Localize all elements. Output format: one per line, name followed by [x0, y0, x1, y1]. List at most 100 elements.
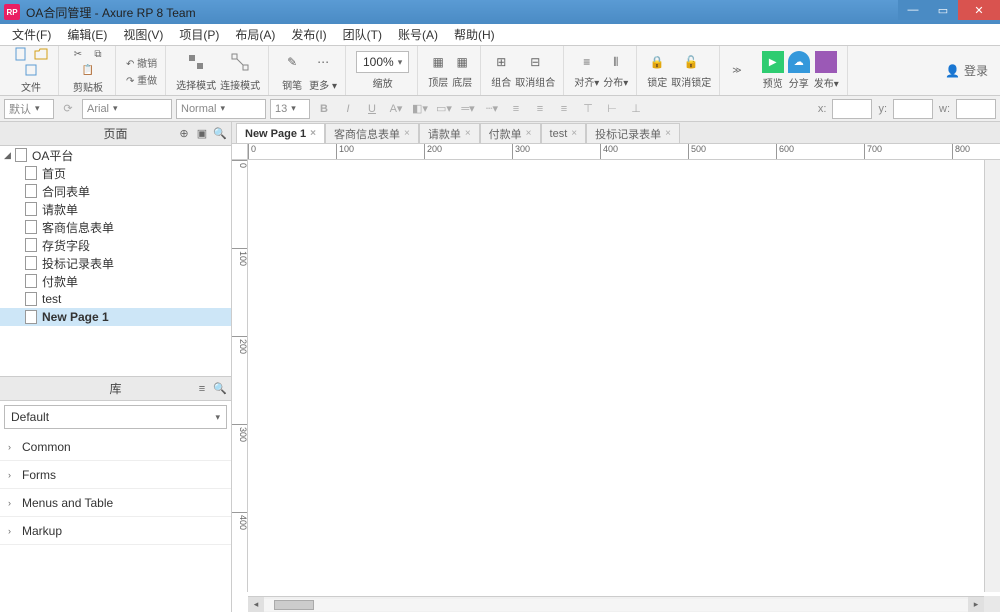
search-lib-icon[interactable]: 🔍 [213, 382, 227, 396]
tab[interactable]: 请款单× [419, 123, 480, 143]
tree-item[interactable]: 付款单 [0, 272, 231, 290]
lock-button[interactable]: 🔒锁定 [647, 52, 667, 89]
horizontal-scrollbar[interactable]: ◂ ▸ [248, 596, 984, 612]
publish-button[interactable]: 发布▾ [814, 51, 839, 90]
undo-button[interactable]: ↶ 撤销 [126, 55, 157, 70]
font-family-select[interactable]: Normal▾ [176, 99, 266, 119]
y-input[interactable] [893, 99, 933, 119]
toolbar-overflow-button[interactable]: ≫ [730, 65, 743, 76]
tree-item[interactable]: 客商信息表单 [0, 218, 231, 236]
menu-account[interactable]: 账号(A) [390, 26, 446, 43]
cut-icon[interactable]: ✂ [69, 47, 87, 61]
menu-team[interactable]: 团队(T) [335, 26, 390, 43]
align-button[interactable]: ≡对齐▾ [574, 52, 599, 89]
new-file-icon[interactable] [12, 47, 30, 61]
tree-item[interactable]: 合同表单 [0, 182, 231, 200]
add-folder-icon[interactable]: ▣ [195, 127, 209, 141]
distribute-button[interactable]: ⫴分布▾ [603, 52, 628, 89]
tab-close-icon[interactable]: × [526, 128, 532, 139]
search-pages-icon[interactable]: 🔍 [213, 127, 227, 141]
zoom-select[interactable]: 100% ▾ [356, 51, 409, 73]
tab[interactable]: test× [541, 123, 587, 143]
tab[interactable]: 投标记录表单× [586, 123, 680, 143]
tree-root[interactable]: ◢ OA平台 [0, 146, 231, 164]
w-input[interactable] [956, 99, 996, 119]
redo-button[interactable]: ↷ 重做 [126, 72, 157, 87]
select-mode-button[interactable]: 选择模式 [176, 49, 216, 92]
border-color-button[interactable]: ▭▾ [434, 99, 454, 119]
valign-bottom-button[interactable]: ⊥ [626, 99, 646, 119]
tree-item[interactable]: 投标记录表单 [0, 254, 231, 272]
save-icon[interactable] [22, 63, 40, 77]
border-width-button[interactable]: ═▾ [458, 99, 478, 119]
lib-menu-icon[interactable]: ≡ [195, 382, 209, 396]
font-select[interactable]: Arial▾ [82, 99, 172, 119]
tab[interactable]: 付款单× [480, 123, 541, 143]
tree-item[interactable]: 首页 [0, 164, 231, 182]
valign-middle-button[interactable]: ⊢ [602, 99, 622, 119]
library-select[interactable]: Default ▾ [4, 405, 227, 429]
font-size-select[interactable]: 13▾ [270, 99, 310, 119]
bold-button[interactable]: B [314, 99, 334, 119]
scroll-thumb[interactable] [274, 600, 314, 610]
menu-project[interactable]: 项目(P) [171, 26, 227, 43]
vertical-scrollbar[interactable] [984, 160, 1000, 592]
window-close-button[interactable]: ✕ [958, 0, 1000, 20]
lib-category[interactable]: ›Markup [0, 517, 231, 545]
canvas[interactable] [248, 160, 984, 592]
horizontal-ruler[interactable]: 0 100 200 300 400 500 600 700 800 [248, 144, 1000, 160]
menu-view[interactable]: 视图(V) [115, 26, 171, 43]
send-back-button[interactable]: ▦底层 [452, 52, 472, 89]
vertical-ruler[interactable]: 0 100 200 300 400 [232, 160, 248, 592]
menu-file[interactable]: 文件(F) [4, 26, 59, 43]
add-page-icon[interactable]: ⊕ [177, 127, 191, 141]
scroll-left-button[interactable]: ◂ [248, 597, 264, 612]
open-file-icon[interactable] [32, 47, 50, 61]
copy-icon[interactable]: ⧉ [89, 47, 107, 61]
menu-layout[interactable]: 布局(A) [227, 26, 283, 43]
scroll-track[interactable] [264, 599, 968, 611]
paste-icon[interactable]: 📋 [79, 63, 97, 77]
connect-mode-button[interactable]: 连接模式 [220, 49, 260, 92]
menu-publish[interactable]: 发布(I) [283, 26, 334, 43]
lib-category[interactable]: ›Forms [0, 461, 231, 489]
menu-help[interactable]: 帮助(H) [446, 26, 503, 43]
lib-category[interactable]: ›Common [0, 433, 231, 461]
bring-front-button[interactable]: ▦顶层 [428, 52, 448, 89]
preview-button[interactable]: ▶预览 [762, 51, 784, 90]
tree-item[interactable]: 存货字段 [0, 236, 231, 254]
text-color-button[interactable]: A▾ [386, 99, 406, 119]
tree-item[interactable]: 请款单 [0, 200, 231, 218]
valign-top-button[interactable]: ⊤ [578, 99, 598, 119]
style-manage-icon[interactable]: ⟳ [58, 99, 78, 119]
scroll-right-button[interactable]: ▸ [968, 597, 984, 612]
x-input[interactable] [832, 99, 872, 119]
tab-close-icon[interactable]: × [465, 128, 471, 139]
share-button[interactable]: ☁分享 [788, 51, 810, 90]
unlock-button[interactable]: 🔓取消锁定 [671, 52, 711, 89]
align-left-button[interactable]: ≡ [506, 99, 526, 119]
tab-active[interactable]: New Page 1× [236, 123, 325, 143]
ungroup-button[interactable]: ⊟取消组合 [515, 52, 555, 89]
tree-toggle-icon[interactable]: ◢ [4, 150, 14, 161]
tab-close-icon[interactable]: × [404, 128, 410, 139]
window-maximize-button[interactable]: ▭ [928, 0, 958, 20]
italic-button[interactable]: I [338, 99, 358, 119]
lib-category[interactable]: ›Menus and Table [0, 489, 231, 517]
tab[interactable]: 客商信息表单× [325, 123, 419, 143]
tab-close-icon[interactable]: × [310, 128, 316, 139]
tree-item[interactable]: test [0, 290, 231, 308]
align-right-button[interactable]: ≡ [554, 99, 574, 119]
login-button[interactable]: 👤 登录 [945, 62, 988, 79]
tab-close-icon[interactable]: × [665, 128, 671, 139]
menu-edit[interactable]: 编辑(E) [59, 26, 115, 43]
more-button[interactable]: ⋯ 更多 ▾ [309, 49, 337, 92]
underline-button[interactable]: U [362, 99, 382, 119]
tree-item-selected[interactable]: New Page 1 [0, 308, 231, 326]
pen-button[interactable]: ✎ 钢笔 [279, 49, 305, 92]
border-style-button[interactable]: ┄▾ [482, 99, 502, 119]
tab-close-icon[interactable]: × [571, 128, 577, 139]
fill-color-button[interactable]: ◧▾ [410, 99, 430, 119]
align-center-button[interactable]: ≡ [530, 99, 550, 119]
group-button[interactable]: ⊞组合 [491, 52, 511, 89]
